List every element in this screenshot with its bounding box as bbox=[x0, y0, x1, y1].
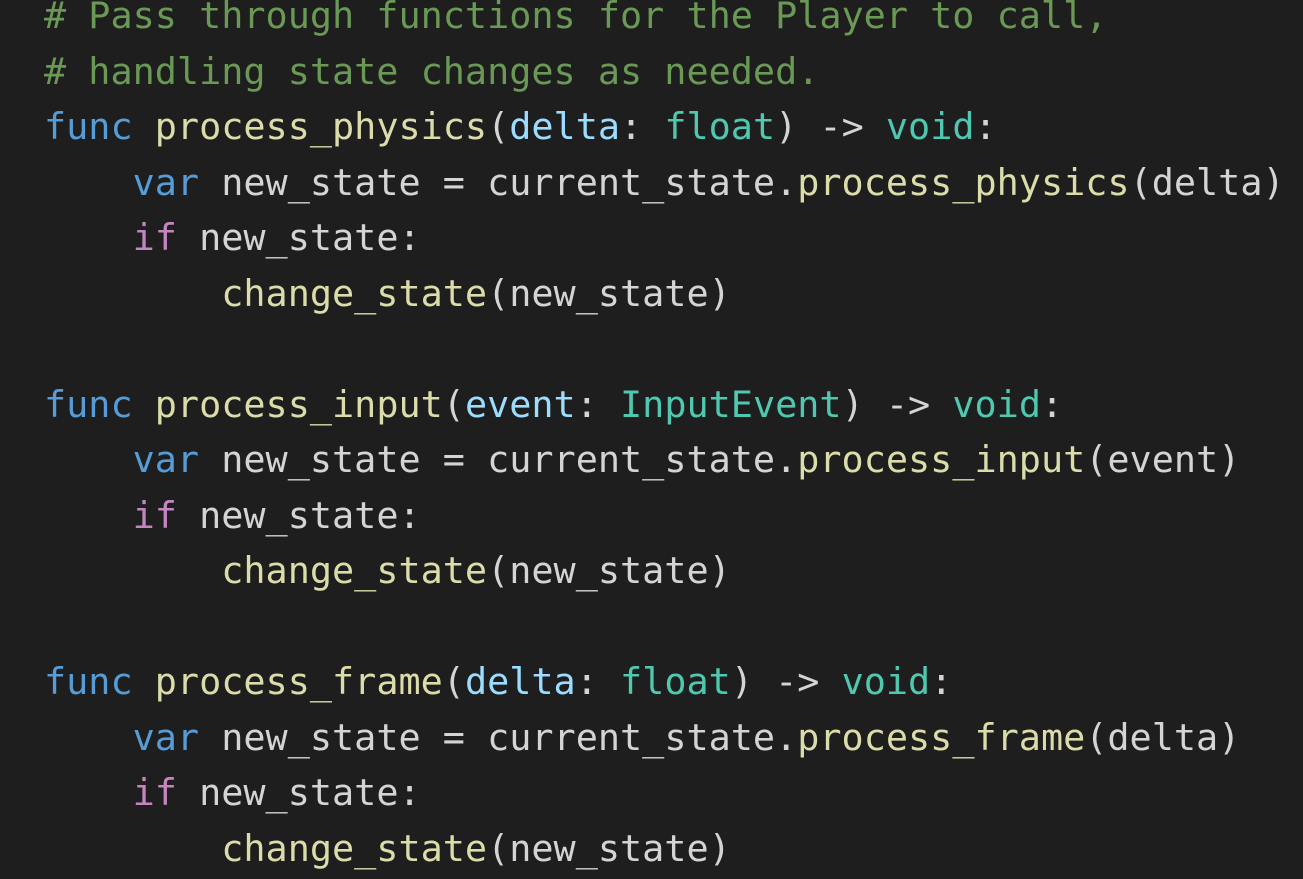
code-line[interactable]: # Pass through functions for the Player … bbox=[44, 0, 1285, 44]
code-token-type: void bbox=[841, 660, 931, 703]
code-token-plain: : bbox=[1040, 382, 1064, 426]
code-token-plain: ( bbox=[442, 660, 465, 703]
code-token-plain: (delta) bbox=[1085, 715, 1241, 759]
code-line[interactable]: var new_state = current_state.process_fr… bbox=[44, 710, 1285, 766]
code-line[interactable]: change_state(new_state) bbox=[44, 266, 1285, 322]
code-token-function: process_frame bbox=[154, 660, 443, 703]
code-token-param: delta bbox=[509, 105, 621, 148]
code-token-control: if bbox=[132, 493, 177, 537]
code-token-keyword: var bbox=[132, 715, 200, 759]
code-token-param: delta bbox=[464, 660, 576, 703]
code-token-function: process_input bbox=[154, 382, 443, 426]
code-token-control: if bbox=[132, 771, 177, 814]
code-token-function: process_physics bbox=[154, 105, 488, 148]
code-token-plain: new_state = current_state. bbox=[199, 715, 798, 759]
code-line[interactable]: change_state(new_state) bbox=[44, 543, 1285, 599]
code-token-plain: (new_state) bbox=[487, 826, 731, 870]
code-token-plain: (new_state) bbox=[487, 549, 731, 592]
code-token-plain: ) -> bbox=[775, 105, 886, 148]
code-token-plain: ) -> bbox=[730, 660, 842, 703]
code-line[interactable]: if new_state: bbox=[44, 765, 1285, 821]
code-token-type: float bbox=[664, 105, 776, 148]
code-token-plain: new_state: bbox=[176, 771, 421, 814]
code-token-plain: (event) bbox=[1085, 438, 1241, 481]
code-token-control: if bbox=[132, 216, 177, 259]
code-token-plain: (new_state) bbox=[487, 271, 731, 315]
code-line[interactable]: var new_state = current_state.process_ph… bbox=[44, 155, 1285, 211]
code-editor[interactable]: # Pass through functions for the Player … bbox=[0, 0, 1303, 879]
code-line[interactable]: func process_frame(delta: float) -> void… bbox=[44, 654, 1285, 710]
code-line[interactable]: func process_physics(delta: float) -> vo… bbox=[44, 99, 1285, 155]
code-token-comment: # Pass through functions for the Player … bbox=[44, 0, 1108, 37]
code-line[interactable] bbox=[44, 599, 1285, 655]
code-line[interactable]: if new_state: bbox=[44, 210, 1285, 266]
code-token-function: change_state bbox=[221, 826, 488, 870]
code-token-plain: : bbox=[974, 105, 997, 148]
code-token-keyword: var bbox=[132, 160, 200, 204]
code-token-keyword: var bbox=[132, 438, 200, 481]
code-token-type: void bbox=[952, 382, 1041, 426]
code-token-comment: # handling state changes as needed. bbox=[44, 49, 820, 93]
code-token-plain: : bbox=[575, 660, 621, 703]
code-token-plain: : bbox=[620, 105, 665, 148]
code-token-plain: new_state = current_state. bbox=[199, 160, 798, 204]
code-token-function: process_input bbox=[797, 438, 1086, 481]
code-token-plain: : bbox=[575, 382, 621, 426]
code-token-keyword: func bbox=[44, 382, 133, 426]
code-line[interactable]: # handling state changes as needed. bbox=[44, 44, 1285, 100]
code-line[interactable]: if new_state: bbox=[44, 488, 1285, 544]
code-token-type: void bbox=[885, 105, 975, 148]
code-line[interactable] bbox=[44, 321, 1285, 377]
code-token-plain: new_state: bbox=[176, 493, 421, 537]
code-token-function: change_state bbox=[221, 549, 488, 592]
code-token-plain: new_state = current_state. bbox=[199, 438, 798, 481]
code-token-plain: ( bbox=[442, 382, 465, 426]
code-token-plain: (delta) bbox=[1129, 160, 1285, 204]
code-token-type: InputEvent bbox=[620, 382, 842, 426]
code-area[interactable]: # Pass through functions for the Player … bbox=[44, 0, 1285, 876]
code-token-plain: ) -> bbox=[841, 382, 953, 426]
code-token-function: change_state bbox=[221, 271, 488, 315]
code-line[interactable]: change_state(new_state) bbox=[44, 821, 1285, 877]
code-line[interactable]: var new_state = current_state.process_in… bbox=[44, 432, 1285, 488]
code-token-plain: : bbox=[930, 660, 953, 703]
code-token-type: float bbox=[620, 660, 731, 703]
code-line[interactable]: func process_input(event: InputEvent) ->… bbox=[44, 377, 1285, 433]
code-token-keyword: func bbox=[44, 660, 133, 703]
code-token-param: event bbox=[464, 382, 576, 426]
code-token-function: process_frame bbox=[797, 715, 1086, 759]
code-token-function: process_physics bbox=[797, 160, 1130, 204]
code-token-plain: new_state: bbox=[176, 216, 421, 259]
code-token-plain: ( bbox=[487, 105, 510, 148]
code-token-keyword: func bbox=[44, 105, 133, 148]
